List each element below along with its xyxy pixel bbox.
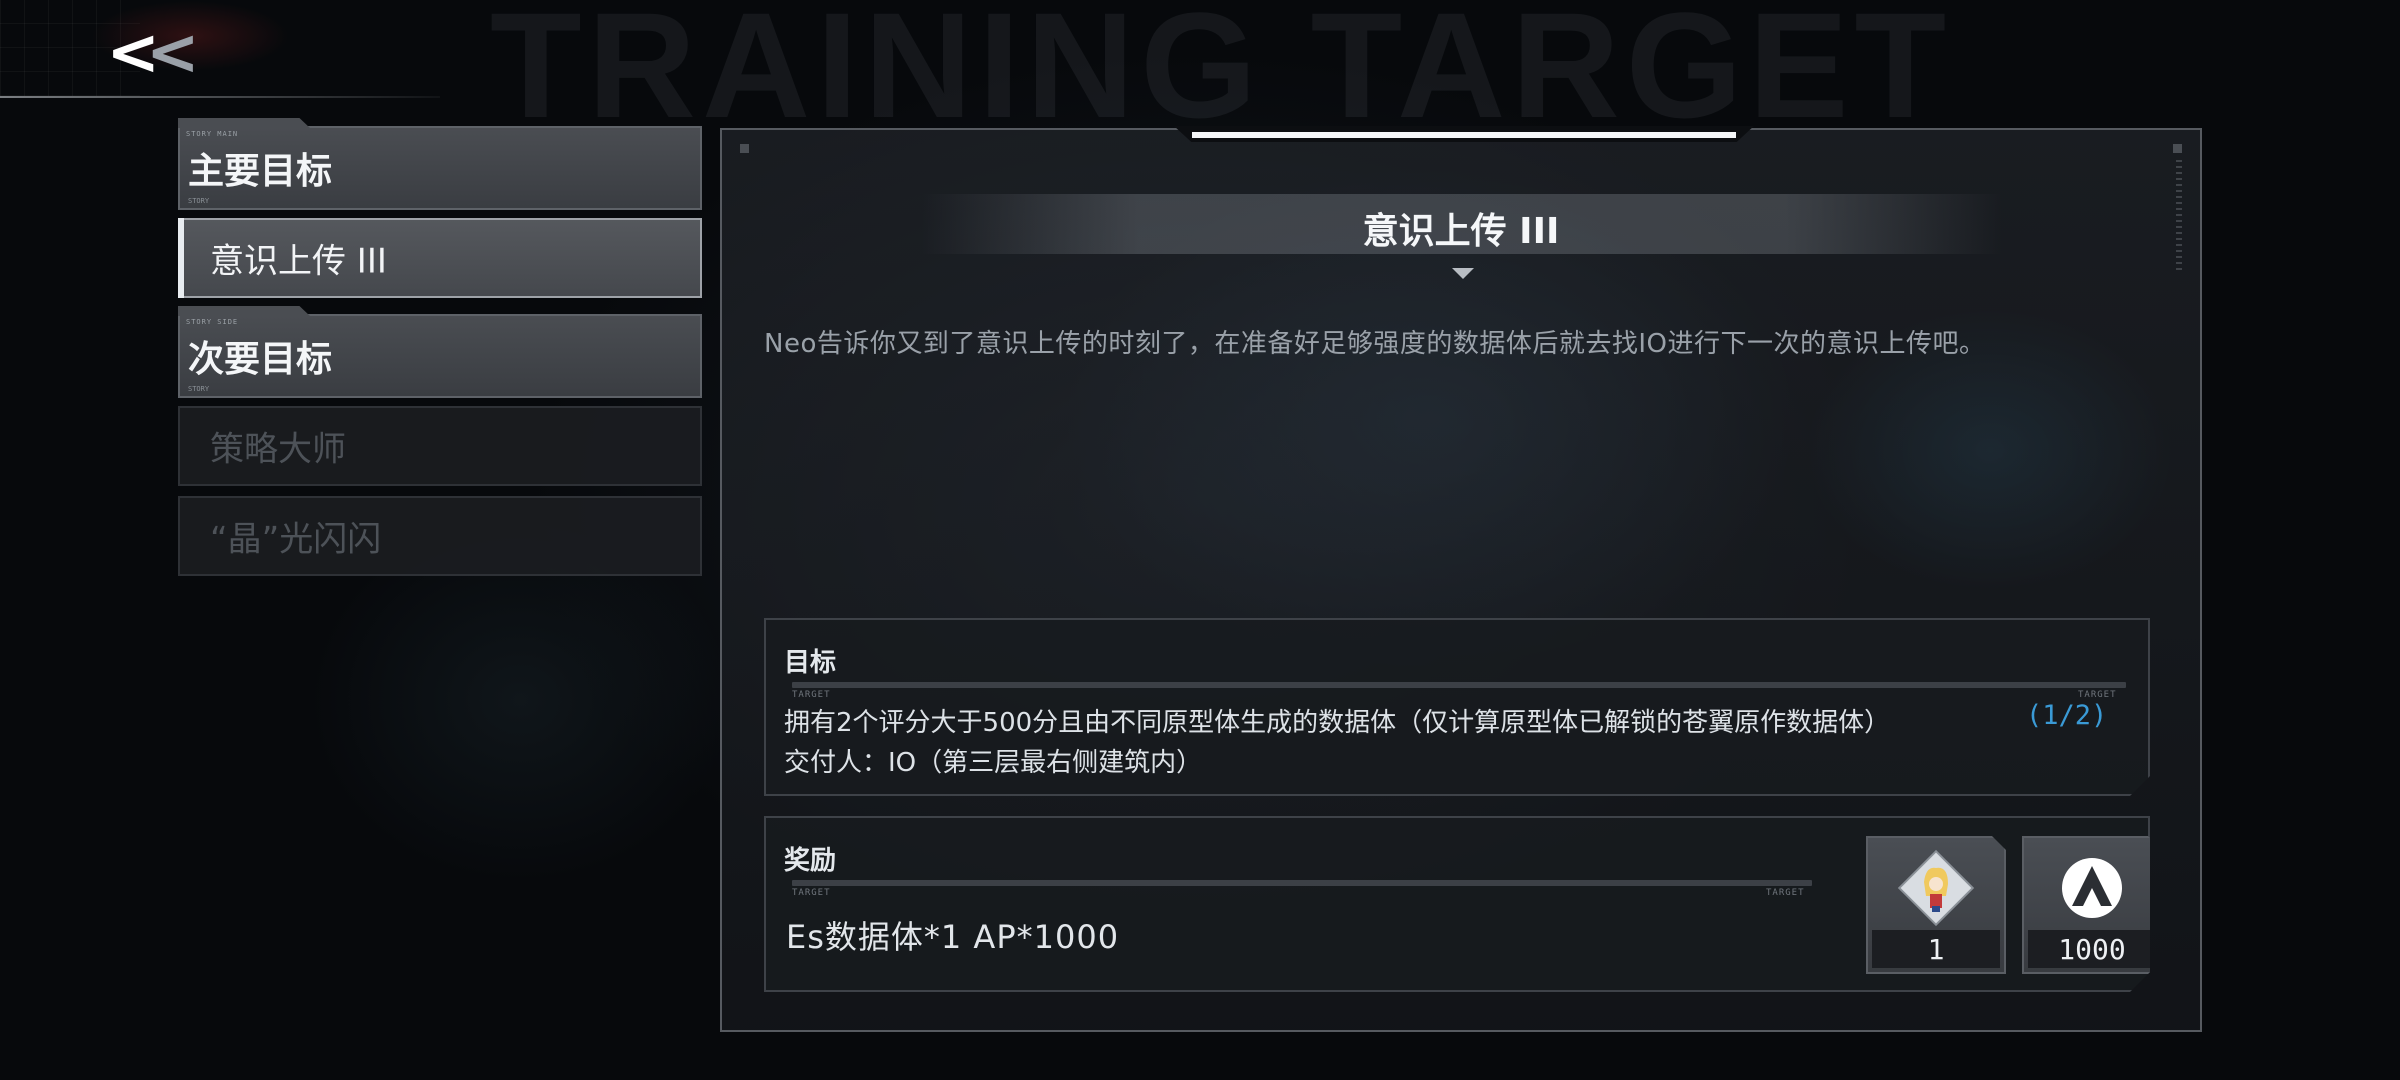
reward-text: Es数据体*1 AP*1000 (786, 918, 1120, 956)
reward-item-es-data[interactable]: 1 (1866, 836, 2006, 974)
reward-rule (792, 880, 1812, 886)
ap-logo-icon (2054, 850, 2130, 926)
rule-tag: TARGET (1766, 888, 1805, 898)
rule-tag: TARGET (2078, 690, 2117, 700)
quest-giver: 交付人：IO（第三层最右侧建筑内） (784, 748, 1203, 778)
quest-title: 意识上传 III (1362, 211, 1560, 252)
objective-rule (792, 682, 2126, 688)
objective-box: 目标 TARGET TARGET 拥有2个评分大于500分且由不同原型体生成的数… (764, 618, 2150, 796)
reward-heading: 奖励 (784, 846, 837, 876)
reward-count: 1000 (2028, 930, 2156, 968)
reward-item-ap[interactable]: 1000 (2022, 836, 2162, 974)
quest-description: Neo告诉你又到了意识上传的时刻了，在准备好足够强度的数据体后就去找IO进行下一… (764, 329, 1986, 359)
reward-box: 奖励 TARGET TARGET Es数据体*1 AP*1000 1 1000 (764, 816, 2150, 992)
rule-tag: TARGET (792, 888, 831, 898)
sidebar-item-strategy-master[interactable]: 策略大师 (178, 406, 702, 486)
sidebar-header-secondary: STORY SIDE 次要目标 STORY (178, 306, 702, 398)
objective-heading: 目标 (784, 648, 837, 678)
sidebar-header-label: 主要目标 (188, 151, 333, 192)
reward-count: 1 (1872, 930, 2000, 968)
character-portrait-icon (1896, 848, 1976, 928)
sidebar-header-label: 次要目标 (188, 339, 333, 380)
header-divider (0, 96, 440, 98)
page-title-watermark: TRAINING TARGET (490, 0, 1953, 149)
sidebar-item-consciousness-upload[interactable]: 意识上传 III (178, 218, 702, 298)
sidebar-item-label: 策略大师 (210, 429, 346, 470)
caret-down-icon (1452, 268, 1474, 279)
objective-progress: (1/2) (2026, 700, 2108, 731)
rule-tag: TARGET (792, 690, 831, 700)
sidebar-item-label: “晶”光闪闪 (210, 519, 382, 560)
corner-dot (740, 144, 749, 153)
back-button[interactable]: << (96, 16, 199, 90)
sidebar-item-label: 意识上传 III (210, 241, 387, 282)
corner-dot (2173, 144, 2182, 153)
sidebar-header-main: STORY MAIN 主要目标 STORY (178, 118, 702, 210)
quest-detail-panel: 意识上传 III Neo告诉你又到了意识上传的时刻了，在准备好足够强度的数据体后… (720, 126, 2202, 1032)
objective-text: 拥有2个评分大于500分且由不同原型体生成的数据体（仅计算原型体已解锁的苍翼原作… (784, 708, 1891, 738)
sidebar-item-crystal-shine[interactable]: “晶”光闪闪 (178, 496, 702, 576)
double-chevron-left-icon: << (106, 16, 199, 90)
panel-top-tab (1174, 126, 1754, 142)
